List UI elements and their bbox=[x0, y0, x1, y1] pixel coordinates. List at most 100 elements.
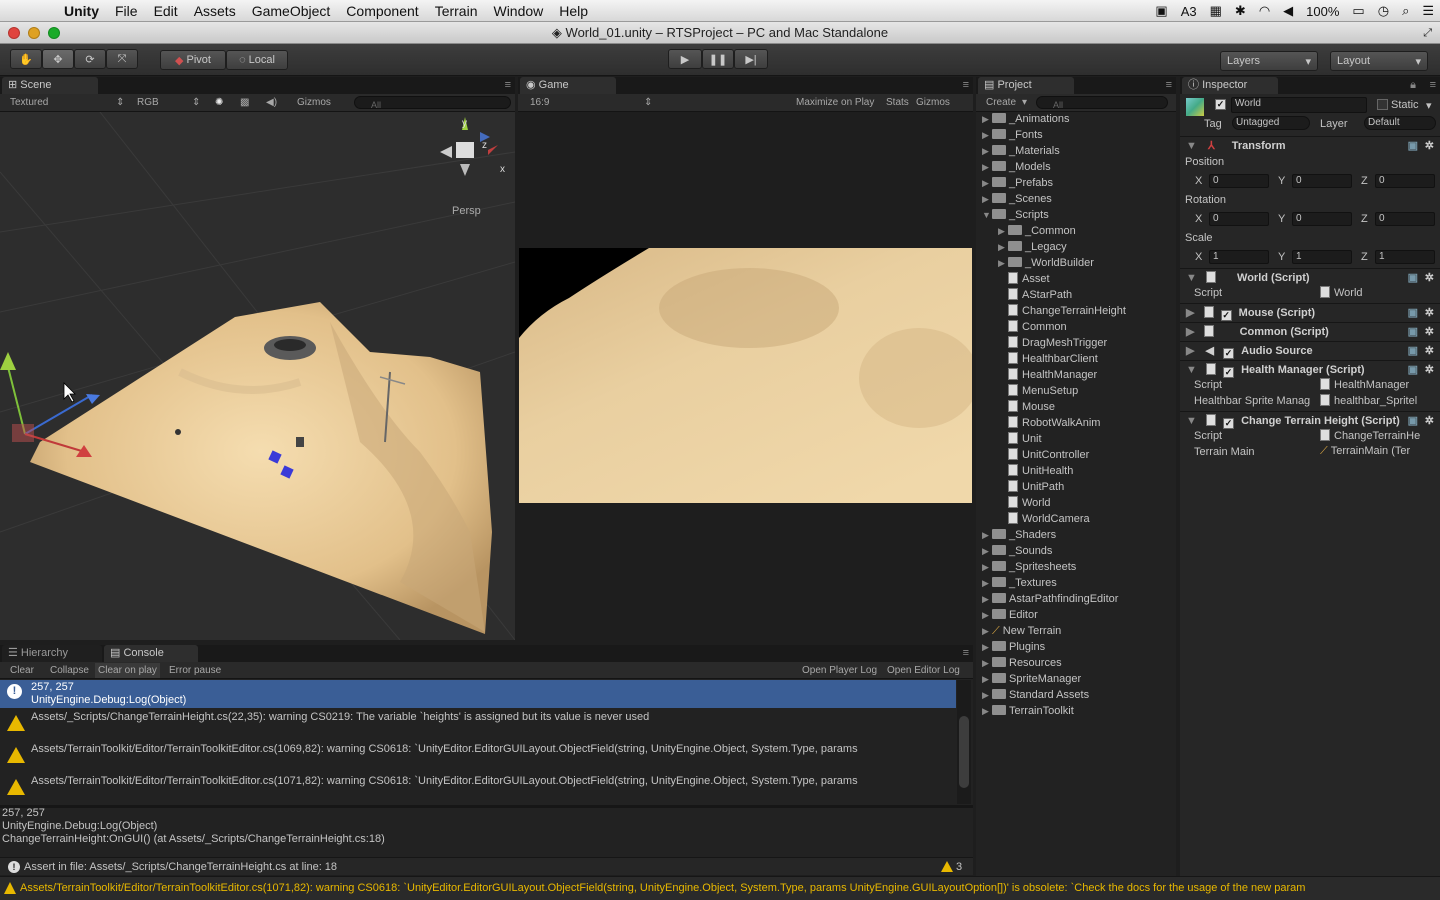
expand-arrow-icon[interactable]: ▶ bbox=[982, 543, 992, 559]
panel-menu-icon[interactable]: ≡ bbox=[1430, 79, 1436, 91]
project-item[interactable]: ▶ SpriteManager bbox=[982, 671, 1081, 687]
local-toggle[interactable]: ◌ Local bbox=[226, 50, 288, 70]
pivot-toggle[interactable]: ◆ Pivot bbox=[160, 50, 226, 70]
aspect-dropdown[interactable]: 16:9 bbox=[530, 97, 549, 108]
project-item[interactable]: MenuSetup bbox=[998, 383, 1078, 399]
rotation-y-field[interactable]: 0 bbox=[1292, 212, 1352, 226]
project-item[interactable]: World bbox=[998, 495, 1051, 511]
health-script-field[interactable]: HealthManager bbox=[1320, 378, 1436, 391]
help-icon[interactable]: ▣ bbox=[1408, 137, 1418, 155]
console-entry[interactable]: Assets/_Scripts/ChangeTerrainHeight.cs(2… bbox=[0, 708, 956, 740]
pause-button[interactable]: ❚❚ bbox=[702, 49, 734, 69]
stats-toggle[interactable]: Stats bbox=[886, 97, 909, 108]
fullscreen-icon[interactable]: ⤢ bbox=[1423, 22, 1432, 44]
static-checkbox[interactable] bbox=[1377, 99, 1388, 110]
lighting-toggle-icon[interactable]: ✺ bbox=[215, 97, 223, 108]
scene-search-input[interactable]: All bbox=[354, 96, 511, 110]
expand-arrow-icon[interactable]: ▶ bbox=[982, 623, 992, 639]
play-button[interactable]: ▶ bbox=[668, 49, 702, 69]
project-item[interactable]: ▶ _Shaders bbox=[982, 527, 1056, 543]
expand-arrow-icon[interactable]: ▶ bbox=[982, 607, 992, 623]
menu-gameobject[interactable]: GameObject bbox=[244, 0, 339, 22]
zoom-window-button[interactable] bbox=[48, 27, 60, 39]
change-terrain-header[interactable]: ▼ ✓ Change Terrain Height (Script) ▣ ✲ bbox=[1180, 411, 1440, 430]
project-item[interactable]: UnitController bbox=[998, 447, 1089, 463]
clear-button[interactable]: Clear bbox=[10, 665, 34, 676]
panel-menu-icon[interactable]: ≡ bbox=[505, 79, 511, 91]
project-item[interactable]: ▶ _Spritesheets bbox=[982, 559, 1076, 575]
mouse-script-header[interactable]: ▶ ✓ Mouse (Script) ▣ ✲ bbox=[1180, 303, 1440, 322]
object-name-field[interactable]: World bbox=[1231, 97, 1367, 113]
error-pause-toggle[interactable]: Error pause bbox=[169, 665, 221, 676]
expand-arrow-icon[interactable]: ▶ bbox=[982, 703, 992, 719]
audio-source-header[interactable]: ▶ ◀ ✓ Audio Source ▣ ✲ bbox=[1180, 341, 1440, 360]
step-button[interactable]: ▶| bbox=[734, 49, 768, 69]
game-viewport[interactable] bbox=[519, 248, 972, 503]
expand-arrow-icon[interactable]: ▶ bbox=[998, 223, 1008, 239]
layers-dropdown[interactable]: Layers ▾ bbox=[1220, 51, 1318, 71]
open-player-log-button[interactable]: Open Player Log bbox=[802, 665, 877, 676]
world-script-field[interactable]: World bbox=[1320, 286, 1432, 299]
tab-hierarchy[interactable]: ☰ Hierarchy bbox=[2, 645, 102, 662]
project-item[interactable]: WorldCamera bbox=[998, 511, 1090, 527]
project-item[interactable]: ▶ Standard Assets bbox=[982, 687, 1089, 703]
tab-game[interactable]: ◉ Game bbox=[520, 77, 616, 94]
tab-inspector[interactable]: ⓘ Inspector bbox=[1182, 77, 1278, 94]
terrain-main-field[interactable]: ⟋ TerrainMain (Ter bbox=[1320, 445, 1436, 458]
gear-icon[interactable]: ✲ bbox=[1425, 412, 1434, 430]
assert-message[interactable]: Assert in file: Assets/_Scripts/ChangeTe… bbox=[24, 861, 337, 873]
health-enabled-checkbox[interactable]: ✓ bbox=[1223, 367, 1235, 378]
move-tool-button[interactable]: ✥ bbox=[42, 49, 74, 69]
healthbar-sprite-field[interactable]: healthbar_Spritel bbox=[1320, 394, 1436, 407]
project-item[interactable]: ▶ Editor bbox=[982, 607, 1038, 623]
tab-console[interactable]: ▤ Console bbox=[104, 645, 198, 662]
tag-dropdown[interactable]: Untagged bbox=[1232, 116, 1310, 130]
project-item[interactable]: Asset bbox=[998, 271, 1050, 287]
health-manager-header[interactable]: ▼ ✓ Health Manager (Script) ▣ ✲ bbox=[1180, 360, 1440, 379]
project-item[interactable]: Mouse bbox=[998, 399, 1055, 415]
project-item[interactable]: ▼ _Scripts bbox=[982, 207, 1049, 223]
help-icon[interactable]: ▣ bbox=[1408, 304, 1418, 322]
help-icon[interactable]: ▣ bbox=[1408, 323, 1418, 341]
help-icon[interactable]: ▣ bbox=[1408, 342, 1418, 360]
persp-label[interactable]: Persp bbox=[452, 205, 481, 217]
adobe-status-icon[interactable]: A3 bbox=[1181, 4, 1197, 19]
menu-help[interactable]: Help bbox=[551, 0, 596, 22]
project-item[interactable]: ▶ AstarPathfindingEditor bbox=[982, 591, 1118, 607]
hand-tool-button[interactable]: ✋ bbox=[10, 49, 42, 69]
panel-menu-icon[interactable]: ≡ bbox=[963, 79, 969, 91]
project-item[interactable]: ChangeTerrainHeight bbox=[998, 303, 1126, 319]
grid-icon[interactable]: ▦ bbox=[1210, 3, 1222, 19]
minimize-window-button[interactable] bbox=[28, 27, 40, 39]
expand-arrow-icon[interactable]: ▶ bbox=[982, 159, 992, 175]
camera-icon[interactable]: ▣ bbox=[1155, 3, 1167, 19]
project-item[interactable]: ▶ TerrainToolkit bbox=[982, 703, 1074, 719]
project-item[interactable]: ▶ ⟋ New Terrain bbox=[982, 623, 1061, 639]
gear-icon[interactable]: ✲ bbox=[1425, 361, 1434, 379]
scrollbar-thumb[interactable] bbox=[959, 716, 969, 788]
rotate-tool-button[interactable]: ⟳ bbox=[74, 49, 106, 69]
close-window-button[interactable] bbox=[8, 27, 20, 39]
project-item[interactable]: ▶ _Models bbox=[982, 159, 1051, 175]
rotation-x-field[interactable]: 0 bbox=[1209, 212, 1269, 226]
expand-arrow-icon[interactable]: ▶ bbox=[982, 527, 992, 543]
position-x-field[interactable]: 0 bbox=[1209, 174, 1269, 188]
scene-viewport[interactable]: y z x Persp bbox=[0, 112, 515, 640]
open-editor-log-button[interactable]: Open Editor Log bbox=[887, 665, 960, 676]
change-terrain-script-field[interactable]: ChangeTerrainHe bbox=[1320, 429, 1436, 442]
active-checkbox[interactable]: ✓ bbox=[1215, 99, 1226, 110]
console-entry[interactable]: Assets/TerrainToolkit/Editor/TerrainTool… bbox=[0, 740, 956, 772]
expand-arrow-icon[interactable]: ▶ bbox=[982, 111, 992, 127]
expand-arrow-icon[interactable]: ▶ bbox=[982, 143, 992, 159]
mouse-enabled-checkbox[interactable]: ✓ bbox=[1220, 310, 1232, 321]
position-z-field[interactable]: 0 bbox=[1375, 174, 1435, 188]
collapse-toggle[interactable]: Collapse bbox=[50, 665, 89, 676]
project-item[interactable]: UnitPath bbox=[998, 479, 1064, 495]
help-icon[interactable]: ▣ bbox=[1408, 361, 1418, 379]
maximize-on-play-toggle[interactable]: Maximize on Play bbox=[796, 97, 874, 108]
console-entry[interactable]: Assets/TerrainToolkit/Editor/TerrainTool… bbox=[0, 772, 956, 804]
image-toggle-icon[interactable]: ▩ bbox=[240, 97, 249, 108]
create-dropdown[interactable]: Create bbox=[986, 97, 1016, 108]
draw-mode-dropdown[interactable]: Textured bbox=[10, 97, 48, 108]
clock-icon[interactable]: ◷ bbox=[1378, 3, 1389, 19]
